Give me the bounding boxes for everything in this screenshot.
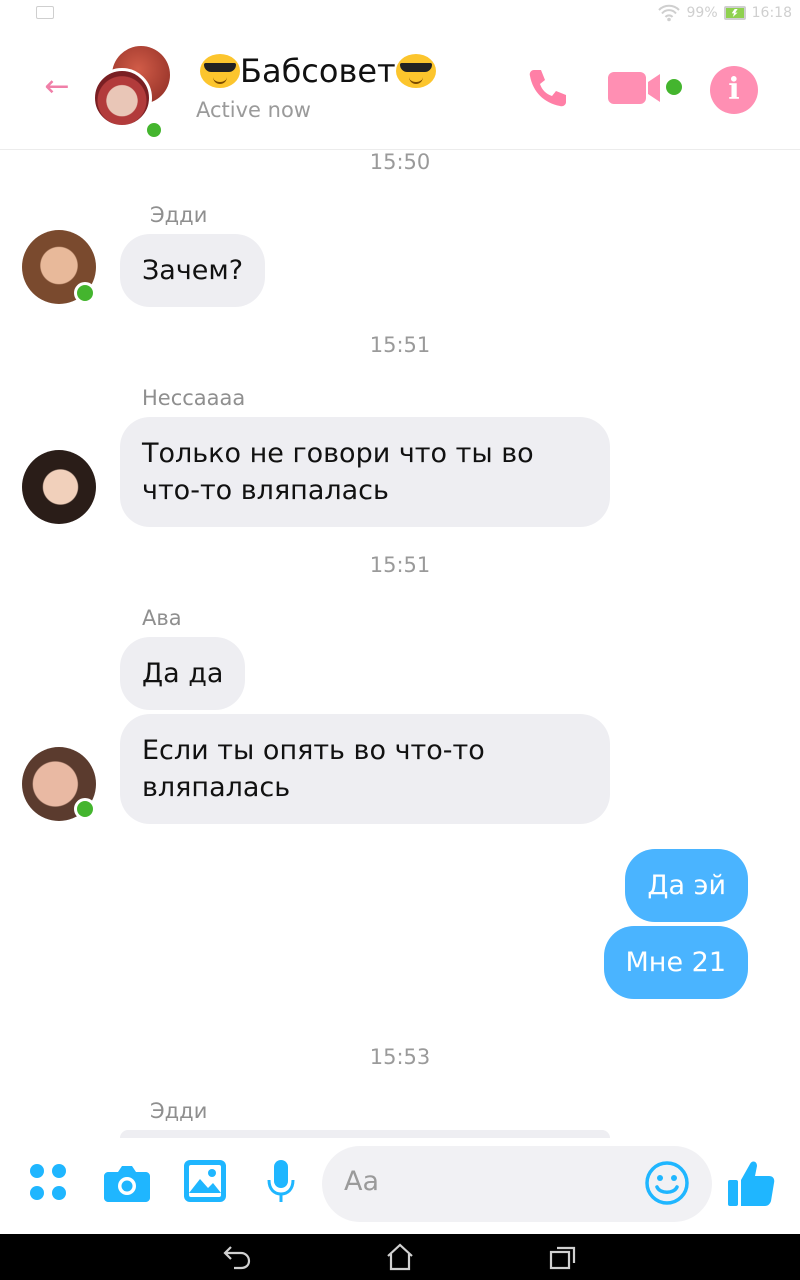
message-input[interactable]: Aa bbox=[322, 1146, 712, 1222]
back-arrow-icon[interactable]: ← bbox=[40, 70, 74, 104]
chat-header: ← Бабсовет Active now i bbox=[0, 26, 800, 150]
emoji-icon[interactable] bbox=[644, 1160, 690, 1206]
timestamp: 15:50 bbox=[369, 150, 431, 174]
message-bubble[interactable]: Да да bbox=[120, 637, 246, 710]
battery-icon bbox=[723, 6, 746, 20]
composer-bar: Aa bbox=[0, 1138, 800, 1234]
message-bubble[interactable]: Зачем? bbox=[120, 234, 266, 307]
chat-title[interactable]: Бабсовет bbox=[200, 52, 436, 90]
timestamp: 15:51 bbox=[369, 333, 431, 357]
image-icon[interactable] bbox=[184, 1160, 226, 1202]
message-bubble[interactable]: Если ты опять во что-то вляпалась bbox=[120, 714, 610, 824]
status-right: 99% 16:18 bbox=[657, 2, 792, 24]
video-online-indicator bbox=[666, 79, 682, 95]
group-avatar-photo-front bbox=[92, 68, 152, 128]
sender-name: Эдди bbox=[150, 1099, 208, 1123]
online-indicator bbox=[74, 798, 96, 820]
apps-icon[interactable] bbox=[30, 1164, 68, 1202]
android-navigation-bar bbox=[0, 1234, 800, 1280]
timestamp: 15:51 bbox=[369, 553, 431, 577]
message-bubble[interactable]: Только не говори что ты во что-то вляпал… bbox=[120, 417, 610, 527]
sender-name: Ава bbox=[142, 606, 182, 630]
timestamp: 15:53 bbox=[369, 1045, 431, 1069]
avatar[interactable] bbox=[22, 450, 96, 524]
sunglasses-emoji-icon bbox=[395, 54, 436, 88]
clock: 16:18 bbox=[751, 5, 792, 21]
sender-name: Нессаааа bbox=[142, 386, 246, 410]
info-icon[interactable]: i bbox=[710, 66, 758, 114]
battery-percent: 99% bbox=[686, 5, 718, 21]
chat-title-text: Бабсовет bbox=[240, 52, 396, 90]
gallery-notification-icon bbox=[36, 6, 54, 19]
sender-name: Эдди bbox=[150, 203, 208, 227]
sunglasses-emoji-icon bbox=[200, 54, 240, 88]
wifi-icon bbox=[657, 4, 680, 22]
nav-back-icon[interactable] bbox=[222, 1243, 252, 1271]
thumbs-up-icon[interactable] bbox=[726, 1158, 776, 1208]
camera-icon[interactable] bbox=[104, 1162, 150, 1202]
active-status: Active now bbox=[196, 98, 311, 122]
status-bar: 99% 16:18 bbox=[0, 0, 800, 26]
outgoing-message-bubble[interactable]: Да эй bbox=[625, 849, 748, 922]
microphone-icon[interactable] bbox=[266, 1160, 296, 1204]
message-input-placeholder: Aa bbox=[344, 1166, 380, 1197]
outgoing-message-bubble[interactable]: Мне 21 bbox=[603, 926, 748, 999]
nav-recents-icon[interactable] bbox=[548, 1243, 578, 1271]
message-bubble-partial bbox=[120, 1130, 610, 1138]
online-indicator bbox=[144, 120, 164, 140]
nav-home-icon[interactable] bbox=[385, 1243, 415, 1271]
phone-icon[interactable] bbox=[524, 64, 572, 112]
online-indicator bbox=[74, 282, 96, 304]
group-avatar[interactable] bbox=[92, 46, 172, 140]
video-camera-icon[interactable] bbox=[606, 68, 668, 108]
